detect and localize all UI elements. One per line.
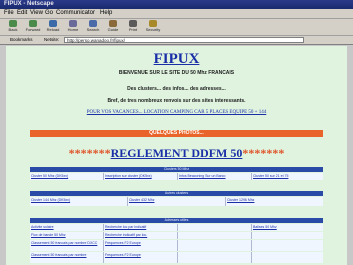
back-button[interactable]: Back [4, 20, 22, 34]
link-cell[interactable]: Cluster 50 Mhz (DK5xx) [30, 173, 103, 180]
page-title[interactable]: FIPUX [6, 51, 347, 68]
search-button[interactable]: Search [84, 20, 102, 34]
link-cell[interactable]: Cluster 1296 Mhz [226, 197, 323, 204]
section-header-useful-addresses: Adresses utiles [30, 218, 323, 223]
link-cell[interactable]: Cluster 50 sur 21 et 75 [252, 173, 323, 180]
location-bar: Bookmarks Netsite: http://perso.wanadoo.… [0, 36, 353, 45]
menu-view[interactable]: View [30, 9, 43, 18]
link-cell[interactable]: Cluster 144 Mhz (DK5xx) [30, 197, 127, 204]
stars-left: ******* [68, 146, 111, 160]
table-row: Classement 50 francais par nombre DXCC F… [30, 240, 323, 251]
table-row: Flux de bande 50 Mhz Recherche indicatif… [30, 232, 323, 239]
browser-window: FIPUX - Netscape File Edit View Go Commu… [0, 0, 353, 265]
intro-line-2: Bref, de tres nombreux renvois sur des s… [107, 98, 246, 104]
link-cell[interactable]: Activite solaire [30, 224, 103, 231]
menu-communicator[interactable]: Communicator [56, 9, 95, 18]
cell-divider [251, 232, 252, 239]
guide-button[interactable]: Guide [104, 20, 122, 34]
url-input[interactable]: http://perso.wanadoo.fr/fipux/ [64, 37, 304, 43]
title-bar: FIPUX - Netscape [0, 0, 353, 9]
welcome-text: BIENVENUE SUR LE SITE DU 50 Mhz FRANCAIS [118, 70, 235, 76]
link-cell[interactable]: Frequences F2 Europe [104, 240, 177, 247]
cell-divider [251, 252, 252, 263]
link-cell[interactable]: Recherche indicatif par loc. [104, 232, 177, 239]
vacation-promo-link[interactable]: POUR VOS VACANCES... LOCATION CAMPING CA… [6, 110, 347, 115]
cell-divider [251, 240, 252, 251]
reload-button[interactable]: Reload [44, 20, 62, 34]
section-header-clusters-50: Clusters 50 Mhz [30, 167, 323, 172]
web-page: FIPUX BIENVENUE SUR LE SITE DU 50 Mhz FR… [6, 46, 347, 265]
forward-button[interactable]: Forward [24, 20, 42, 34]
security-button[interactable]: Security [144, 20, 162, 34]
link-cell[interactable]: Flux de bande 50 Mhz [30, 232, 103, 239]
print-icon [129, 20, 137, 27]
intro-line-1: Des clusters... des infos... des adresse… [127, 86, 226, 92]
search-icon [89, 20, 97, 27]
link-cell[interactable]: Balises 50 Mhz [252, 224, 323, 231]
table-row: Activite solaire Recherche loc par indic… [30, 224, 323, 231]
window-title: FIPUX - Netscape [4, 1, 54, 7]
section-header-other-clusters: Autres clusters [30, 191, 323, 196]
link-cell[interactable]: Inscription sur cluster (DK5xx) [104, 173, 177, 180]
table-row: Cluster 144 Mhz (DK5xx) Cluster 432 Mhz … [30, 197, 323, 206]
print-button[interactable]: Print [124, 20, 142, 34]
home-button[interactable]: Home [64, 20, 82, 34]
home-icon [69, 20, 77, 27]
forward-icon [29, 20, 37, 27]
link-cell[interactable]: Frequences F2 Europe [104, 252, 177, 259]
back-icon [9, 20, 17, 27]
link-cell[interactable]: Classement 50 francais par nombre DXCC [30, 240, 103, 246]
link-cell[interactable]: Cluster 432 Mhz [128, 197, 225, 204]
cell-divider [177, 232, 178, 239]
table-row: Classement 50 francais par nombre Freque… [30, 252, 323, 263]
link-cell[interactable]: Infos Beaconing Sur un Barco [178, 173, 251, 180]
navigation-toolbar: Back Forward Reload Home Search Guide Pr… [0, 19, 353, 36]
menu-bar: File Edit View Go Communicator Help [0, 9, 353, 19]
link-cell[interactable]: Classement 50 francais par nombre [30, 252, 103, 258]
cell-divider [177, 252, 178, 263]
menu-go[interactable]: Go [45, 9, 53, 18]
link-cell[interactable]: Recherche loc par indicatif [104, 224, 177, 231]
lock-icon [149, 20, 157, 27]
photos-banner-link[interactable]: QUELQUES PHOTOS... [30, 130, 323, 137]
reglement-link[interactable]: REGLEMENT DDFM 50 [111, 146, 243, 160]
menu-file[interactable]: File [4, 9, 14, 18]
table-row: Cluster 50 Mhz (DK5xx) Inscription sur c… [30, 173, 323, 180]
guide-icon [109, 20, 117, 27]
reload-icon [49, 20, 57, 27]
location-label: Netsite: [44, 37, 60, 42]
reglement-heading: *******REGLEMENT DDFM 50******* [6, 146, 347, 161]
stars-right: ******* [242, 146, 285, 160]
cell-divider [177, 224, 178, 231]
cell-divider [177, 240, 178, 251]
bookmarks-button[interactable]: Bookmarks [10, 36, 33, 44]
menu-edit[interactable]: Edit [17, 9, 27, 18]
menu-help[interactable]: Help [100, 9, 112, 18]
